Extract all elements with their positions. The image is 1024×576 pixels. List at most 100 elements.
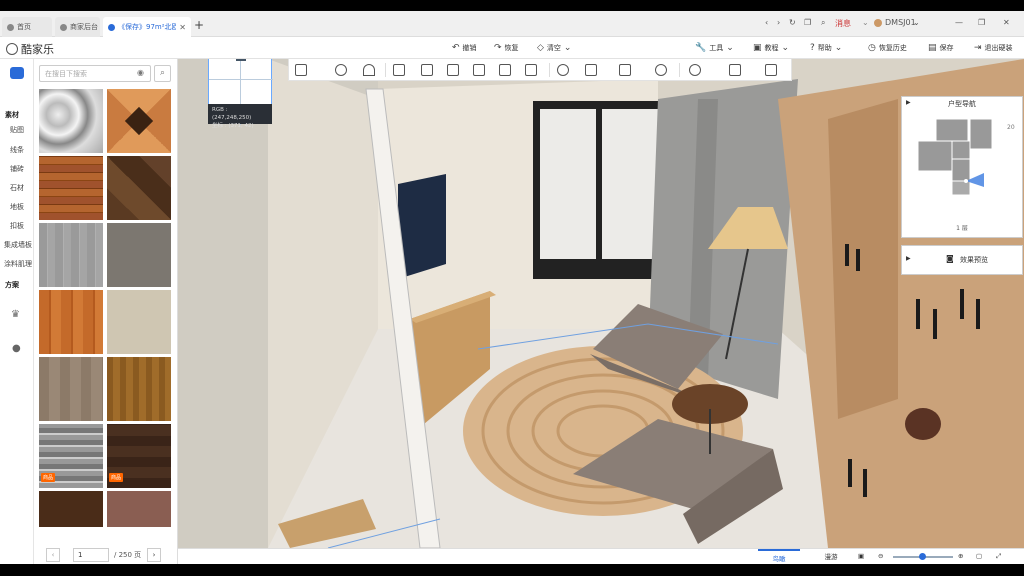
back-icon[interactable]: ‹ [765, 18, 768, 27]
zoom-out-icon[interactable]: ⊖ [878, 552, 883, 560]
material-tile[interactable] [107, 89, 171, 153]
rail-item-material[interactable]: 素材 [5, 110, 19, 120]
rail-item-molding[interactable]: 线条 [10, 145, 24, 155]
align-icon[interactable] [473, 64, 485, 76]
fit-view-icon[interactable]: ▢ [976, 552, 982, 560]
snapshot-icon[interactable]: ▣ [858, 552, 864, 560]
tools-button[interactable]: 🔧 工具 ⌄ [695, 43, 734, 53]
clock-icon[interactable] [655, 64, 667, 76]
tab-walkthrough[interactable]: 漫游 [810, 549, 852, 564]
redo-button[interactable]: ↷ 恢复 [494, 43, 519, 53]
new-tab-button[interactable]: + [194, 18, 204, 32]
rail-item-wallboard[interactable]: 集成墙板 [4, 240, 32, 250]
hot-badge: 商品 [109, 473, 124, 482]
frame-icon[interactable] [447, 64, 459, 76]
material-tile[interactable] [39, 156, 103, 220]
search-button[interactable]: ⌕ [154, 65, 171, 82]
forward-icon[interactable]: › [777, 18, 780, 27]
material-tile[interactable] [39, 357, 103, 421]
chevron-down-icon: ⌄ [834, 43, 843, 53]
layer-icon[interactable] [499, 64, 511, 76]
rail-item-panel[interactable]: 扣板 [10, 221, 24, 231]
chevron-down-icon: ⌄ [781, 43, 790, 53]
dimension-icon[interactable] [585, 64, 597, 76]
select-icon[interactable] [295, 64, 307, 76]
tag-icon[interactable] [619, 64, 631, 76]
app-window: 首页 商家后台 《保存》97m²北欧风2! ✕ + ‹ › ↻ ❐ ⌕ 消息 ⌄… [0, 11, 1024, 564]
map-icon[interactable] [765, 64, 777, 76]
material-tile[interactable]: 商品 [107, 424, 171, 488]
rail-item-floor[interactable]: 地板 [10, 202, 24, 212]
rail-item-stone[interactable]: 石材 [10, 183, 24, 193]
store-icon [60, 23, 67, 31]
render-preview-panel[interactable]: ▶ ◙ 效果预览 [901, 245, 1023, 275]
camera-icon[interactable]: ◉ [137, 68, 144, 77]
download-icon[interactable] [729, 64, 741, 76]
restore-icon[interactable]: ❐ [978, 18, 985, 27]
material-tile[interactable] [107, 156, 171, 220]
3d-viewport[interactable]: RGB : (247,248,250) 坐标 : (371, 42) ▶ 户型导… [178, 59, 1024, 548]
material-tile[interactable] [107, 223, 171, 287]
floorplan-map[interactable] [902, 115, 1022, 215]
material-icon[interactable] [10, 67, 24, 79]
chevron-down-icon[interactable]: ⌄ [862, 18, 869, 27]
copy-icon[interactable]: ❐ [804, 18, 811, 27]
close-tab-icon[interactable]: ✕ [179, 23, 186, 32]
zoom-slider-handle[interactable] [919, 553, 926, 560]
material-tile[interactable] [39, 290, 103, 354]
exit-button[interactable]: ⇥ 退出硬装 [974, 43, 1013, 53]
help-button[interactable]: ? 帮助 ⌄ [810, 43, 842, 53]
fullscreen-icon[interactable]: ⤢ [996, 552, 1001, 561]
page-input[interactable]: 1 [73, 548, 109, 562]
material-tile[interactable] [107, 290, 171, 354]
undo-button[interactable]: ↶ 撤销 [452, 43, 477, 53]
rail-item-texture[interactable]: 贴图 [10, 125, 24, 135]
material-tile[interactable]: 商品 [39, 424, 103, 488]
save-button[interactable]: ▤ 保存 [928, 43, 954, 53]
tab-birdseye[interactable]: 鸟瞰 [758, 549, 800, 564]
exit-icon: ⇥ [974, 43, 982, 53]
next-page-button[interactable]: › [147, 548, 161, 562]
history-button[interactable]: ◷ 恢复历史 [868, 43, 907, 53]
rail-item-paint[interactable]: 涂料肌理 [4, 259, 32, 269]
avatar[interactable] [874, 19, 882, 27]
tutorial-button[interactable]: ▣ 教程 ⌄ [753, 43, 789, 53]
zoom-in-icon[interactable]: ⊕ [958, 552, 963, 560]
floor-label[interactable]: 1 层 [902, 223, 1022, 232]
material-tile[interactable] [39, 223, 103, 287]
material-tile[interactable] [39, 89, 103, 153]
rail-item-tile[interactable]: 铺砖 [10, 164, 24, 174]
material-tile[interactable] [39, 491, 103, 527]
tab-bar: 首页 商家后台 《保存》97m²北欧风2! ✕ + ‹ › ↻ ❐ ⌕ 消息 ⌄… [0, 11, 1024, 37]
user-name[interactable]: DMSJ01 [885, 18, 916, 27]
grid-icon[interactable] [525, 64, 537, 76]
tab-project[interactable]: 《保存》97m²北欧风2! ✕ [103, 17, 191, 37]
brush-icon[interactable] [421, 64, 433, 76]
search-input[interactable]: 在搜目下搜索 [39, 65, 151, 82]
probe-rgb: RGB : (247,248,250) [212, 107, 252, 121]
paint-bucket-icon[interactable] [393, 64, 405, 76]
help-label: 帮助 [817, 44, 832, 52]
expand-render-button[interactable]: ▶ [906, 255, 911, 262]
crown-icon[interactable]: ♛ [11, 309, 20, 320]
tab-store[interactable]: 商家后台 [55, 17, 100, 37]
clock-icon: ◷ [868, 43, 876, 53]
refresh-icon[interactable]: ↻ [789, 18, 796, 27]
user-icon[interactable]: ● [12, 343, 21, 354]
eye-icon[interactable] [689, 64, 701, 76]
circle-icon[interactable] [335, 64, 347, 76]
search-icon[interactable]: ⌕ [821, 18, 825, 28]
clear-button[interactable]: ◇ 清空 ⌄ [537, 43, 571, 53]
probe-coord: 坐标 : (371, 42) [212, 123, 254, 129]
material-tile[interactable] [107, 357, 171, 421]
minimize-icon[interactable]: — [955, 18, 963, 27]
chevron-down-icon[interactable]: ⌄ [913, 18, 920, 27]
prev-page-button[interactable]: ‹ [46, 548, 60, 562]
material-tile[interactable] [107, 491, 171, 527]
rail-item-plan[interactable]: 方案 [5, 280, 19, 290]
arc-icon[interactable] [363, 64, 375, 76]
message-link[interactable]: 消息 [835, 18, 851, 29]
tab-home[interactable]: 首页 [2, 17, 52, 37]
close-icon[interactable]: ✕ [1003, 18, 1010, 27]
target-icon[interactable] [557, 64, 569, 76]
